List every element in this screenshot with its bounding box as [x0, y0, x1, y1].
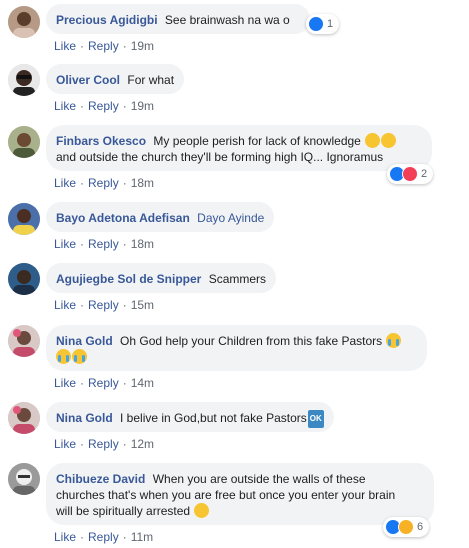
reply-link[interactable]: Reply — [88, 530, 119, 544]
comment-time[interactable]: 19m — [131, 99, 154, 113]
comment-text-line: will be spiritually arrested — [56, 504, 191, 518]
separator: · — [80, 176, 85, 190]
reply-link[interactable]: Reply — [88, 437, 119, 451]
avatar[interactable] — [8, 325, 40, 357]
comment-bubble: Chibueze David When you are outside the … — [46, 463, 434, 525]
separator: · — [80, 298, 85, 312]
like-link[interactable]: Like — [54, 298, 76, 312]
comment-author[interactable]: Finbars Okesco — [56, 134, 146, 148]
separator: · — [122, 99, 127, 113]
love-reaction-icon — [402, 166, 418, 182]
crying-emoji-icon — [72, 349, 87, 364]
crying-emoji-icon — [386, 333, 402, 348]
like-link[interactable]: Like — [54, 39, 76, 53]
comment-time[interactable]: 15m — [131, 298, 154, 312]
separator: · — [122, 530, 127, 544]
avatar[interactable] — [8, 263, 40, 295]
ok-emoji-icon: OK — [307, 410, 324, 428]
comment-author[interactable]: Oliver Cool — [56, 73, 120, 87]
avatar[interactable] — [8, 402, 40, 434]
comment-text: Oh God help your Children from this fake… — [120, 334, 383, 348]
separator: · — [122, 39, 127, 53]
separator: · — [80, 530, 85, 544]
comment-time[interactable]: 18m — [131, 176, 154, 190]
reaction-summary[interactable]: 6 — [383, 517, 430, 537]
reply-link[interactable]: Reply — [88, 176, 119, 190]
like-link[interactable]: Like — [54, 530, 76, 544]
separator: · — [122, 176, 127, 190]
comment-text: Scammers — [208, 272, 267, 286]
separator: · — [80, 437, 85, 451]
reaction-count: 2 — [421, 168, 428, 180]
comment-bubble: Nina Gold Oh God help your Children from… — [46, 325, 427, 371]
laughing-emoji-icon — [365, 133, 381, 148]
haha-reaction-icon — [398, 519, 414, 535]
reaction-summary[interactable]: 1 — [306, 14, 340, 34]
reaction-count: 1 — [327, 18, 334, 30]
separator: · — [122, 376, 127, 390]
rofl-emoji-icon — [194, 503, 210, 518]
separator: · — [80, 99, 85, 113]
comment-actions: Like · Reply · 15m — [54, 298, 154, 312]
comment-text: When you are outside the walls of these — [152, 472, 366, 486]
comment-author[interactable]: Nina Gold — [56, 334, 113, 348]
comment-actions: Like · Reply · 18m — [54, 237, 154, 251]
avatar[interactable] — [8, 463, 40, 495]
reply-link[interactable]: Reply — [88, 376, 119, 390]
reply-link[interactable]: Reply — [88, 39, 119, 53]
comment-actions: Like · Reply · 19m — [54, 39, 154, 53]
comment-author[interactable]: Bayo Adetona Adefisan — [56, 211, 190, 225]
comment-author[interactable]: Chibueze David — [56, 472, 145, 486]
avatar[interactable] — [8, 203, 40, 235]
like-link[interactable]: Like — [54, 237, 76, 251]
comment-author[interactable]: Agujiegbe Sol de Snipper — [56, 272, 201, 286]
comment-text[interactable]: Dayo Ayinde — [197, 211, 264, 225]
laughing-emoji-icon — [381, 133, 397, 148]
comment-time[interactable]: 14m — [131, 376, 154, 390]
like-reaction-icon — [308, 16, 324, 32]
comment-text-line: and outside the church they'll be formin… — [56, 150, 384, 164]
comment-actions: Like · Reply · 11m — [54, 530, 153, 544]
avatar[interactable] — [8, 126, 40, 158]
comment-bubble: Finbars Okesco My people perish for lack… — [46, 125, 432, 171]
like-link[interactable]: Like — [54, 176, 76, 190]
reaction-count: 6 — [417, 521, 424, 533]
comment-text-line: churches that's when you are free but on… — [56, 488, 396, 502]
comment-actions: Like · Reply · 18m — [54, 176, 154, 190]
avatar[interactable] — [8, 6, 40, 38]
comment-text: For what — [127, 73, 175, 87]
comment-bubble: Agujiegbe Sol de Snipper Scammers — [46, 263, 277, 293]
comment-time[interactable]: 12m — [131, 437, 154, 451]
separator: · — [122, 437, 127, 451]
crying-emoji-icon — [56, 349, 71, 364]
like-link[interactable]: Like — [54, 437, 76, 451]
comment-actions: Like · Reply · 14m — [54, 376, 154, 390]
comment-time[interactable]: 18m — [131, 237, 154, 251]
comment-actions: Like · Reply · 12m — [54, 437, 154, 451]
separator: · — [122, 237, 127, 251]
comment-bubble: Nina Gold I belive in God,but not fake P… — [46, 402, 334, 432]
comment-text: See brainwash na wa o — [164, 13, 290, 27]
separator: · — [80, 237, 85, 251]
comment-text: My people perish for lack of knowledge — [153, 134, 361, 148]
like-link[interactable]: Like — [54, 99, 76, 113]
comment-author[interactable]: Nina Gold — [56, 411, 113, 425]
comment-text: I belive in God,but not fake Pastors — [120, 411, 307, 425]
reply-link[interactable]: Reply — [88, 298, 119, 312]
comment-bubble: Bayo Adetona Adefisan Dayo Ayinde — [46, 202, 275, 232]
comment-time[interactable]: 11m — [131, 530, 153, 544]
comment-bubble: Precious Agidigbi See brainwash na wa o — [46, 4, 310, 34]
reply-link[interactable]: Reply — [88, 237, 119, 251]
comment-bubble: Oliver Cool For what — [46, 64, 185, 94]
reply-link[interactable]: Reply — [88, 99, 119, 113]
reaction-summary[interactable]: 2 — [387, 164, 434, 184]
comment-author[interactable]: Precious Agidigbi — [56, 13, 158, 27]
separator: · — [80, 376, 85, 390]
separator: · — [122, 298, 127, 312]
like-link[interactable]: Like — [54, 376, 76, 390]
comment-time[interactable]: 19m — [131, 39, 154, 53]
comment-actions: Like · Reply · 19m — [54, 99, 154, 113]
separator: · — [80, 39, 85, 53]
avatar[interactable] — [8, 64, 40, 96]
